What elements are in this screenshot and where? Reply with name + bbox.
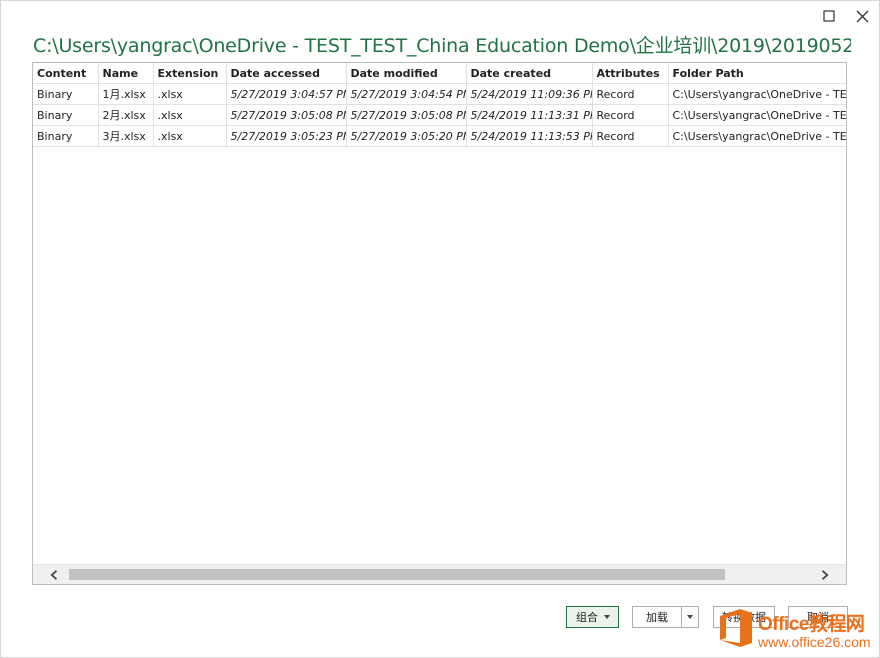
dialog-title: C:\Users\yangrac\OneDrive - TEST_TEST_Ch… [33,35,851,57]
table-header-row: Content Name Extension Date accessed Dat… [33,63,846,84]
cell-date-created: 5/24/2019 11:09:36 PM [465,83,593,105]
combine-button-label: 组合 [576,611,598,624]
horizontal-scrollbar[interactable] [33,564,846,584]
cell-folder-path: C:\Users\yangrac\OneDrive - TEST_T [667,83,846,105]
column-header-name[interactable]: Name [97,63,154,84]
cell-date-created: 5/24/2019 11:13:31 PM [465,104,593,126]
table-row[interactable]: Binary 1月.xlsx .xlsx 5/27/2019 3:04:57 P… [33,83,846,105]
close-icon [856,10,868,22]
column-header-folder-path[interactable]: Folder Path [667,63,846,84]
load-button-label: 加载 [646,611,668,624]
watermark-url: www.office26.com [758,634,871,650]
scroll-left-button[interactable] [43,565,65,584]
office-logo-icon [720,609,752,647]
cell-extension: .xlsx [152,83,227,105]
column-header-extension[interactable]: Extension [152,63,227,84]
cell-folder-path: C:\Users\yangrac\OneDrive - TEST_T [667,125,846,147]
cell-name: 2月.xlsx [97,104,154,126]
column-header-date-modified[interactable]: Date modified [345,63,467,84]
cell-attributes[interactable]: Record [591,104,669,126]
cell-content[interactable]: Binary [33,83,99,105]
cell-date-modified: 5/27/2019 3:05:08 PM [345,104,467,126]
dialog-window: C:\Users\yangrac\OneDrive - TEST_TEST_Ch… [0,0,880,658]
cell-attributes[interactable]: Record [591,125,669,147]
table-row[interactable]: Binary 2月.xlsx .xlsx 5/27/2019 3:05:08 P… [33,104,846,126]
cell-name: 1月.xlsx [97,83,154,105]
combine-button[interactable]: 组合 [566,606,619,628]
maximize-button[interactable] [816,5,842,27]
chevron-left-icon [50,569,58,580]
cell-attributes[interactable]: Record [591,83,669,105]
cell-name: 3月.xlsx [97,125,154,147]
cell-date-created: 5/24/2019 11:13:53 PM [465,125,593,147]
watermark: Office教程网 www.office26.com [718,606,878,656]
cell-folder-path: C:\Users\yangrac\OneDrive - TEST_T [667,104,846,126]
cell-extension: .xlsx [152,125,227,147]
column-header-attributes[interactable]: Attributes [591,63,669,84]
cell-date-modified: 5/27/2019 3:04:54 PM [345,83,467,105]
close-button[interactable] [849,5,875,27]
scrollbar-thumb[interactable] [69,569,725,580]
load-button[interactable]: 加载 [632,606,682,628]
load-dropdown-button[interactable] [681,606,699,628]
file-table: Content Name Extension Date accessed Dat… [32,62,847,585]
column-header-content[interactable]: Content [33,63,99,84]
cell-extension: .xlsx [152,104,227,126]
cell-date-modified: 5/27/2019 3:05:20 PM [345,125,467,147]
cell-date-accessed: 5/27/2019 3:05:23 PM [225,125,347,147]
chevron-right-icon [821,569,829,580]
cell-date-accessed: 5/27/2019 3:05:08 PM [225,104,347,126]
watermark-brand: Office教程网 [758,614,865,635]
cell-content[interactable]: Binary [33,104,99,126]
column-header-date-accessed[interactable]: Date accessed [225,63,347,84]
maximize-icon [823,10,835,22]
column-header-date-created[interactable]: Date created [465,63,593,84]
scroll-right-button[interactable] [814,565,836,584]
caret-down-icon [604,615,610,619]
cell-date-accessed: 5/27/2019 3:04:57 PM [225,83,347,105]
caret-down-icon [687,615,693,619]
data-table: Content Name Extension Date accessed Dat… [33,63,846,147]
table-row[interactable]: Binary 3月.xlsx .xlsx 5/27/2019 3:05:23 P… [33,125,846,147]
cell-content[interactable]: Binary [33,125,99,147]
